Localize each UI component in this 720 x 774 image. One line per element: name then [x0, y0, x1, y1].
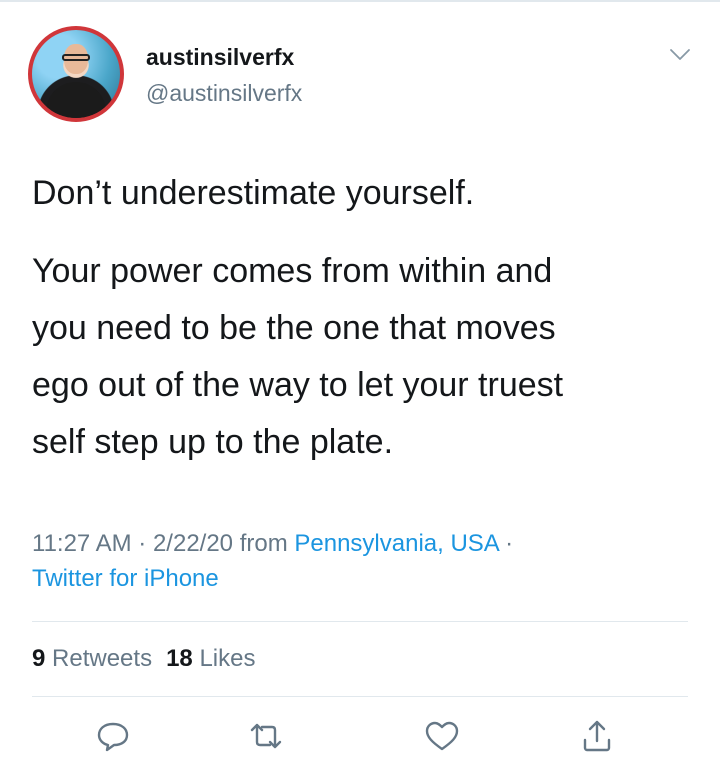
tweet-time[interactable]: 11:27 AM: [32, 530, 132, 557]
tweet-text-line: ego out of the way to let your truest: [32, 366, 564, 404]
avatar[interactable]: [28, 26, 124, 122]
client-link[interactable]: Twitter for iPhone: [32, 565, 219, 592]
retweets-count: 9: [32, 645, 46, 672]
tweet-text-line: self step up to the plate.: [32, 423, 394, 461]
tweet-stats: 9 Retweets 18 Likes: [32, 645, 255, 673]
retweets-stat[interactable]: 9 Retweets: [32, 645, 152, 672]
meta-separator: ·: [131, 530, 153, 557]
avatar-body: [46, 82, 106, 118]
tweet-client: Twitter for iPhone: [32, 565, 219, 593]
avatar-glasses: [62, 54, 90, 61]
likes-stat[interactable]: 18 Likes: [166, 645, 255, 672]
heart-icon[interactable]: [422, 716, 462, 756]
retweets-label: Retweets: [45, 645, 153, 672]
user-handle[interactable]: @austinsilverfx: [146, 80, 302, 107]
meta-from: from: [233, 530, 295, 557]
divider: [32, 696, 688, 697]
tweet-text-line: you need to be the one that moves: [32, 309, 556, 347]
meta-separator: ·: [498, 530, 514, 557]
share-icon[interactable]: [577, 716, 617, 756]
location-link[interactable]: Pennsylvania, USA: [294, 530, 498, 557]
likes-count: 18: [166, 645, 193, 672]
tweet-date[interactable]: 2/22/20: [153, 530, 233, 557]
tweet-text-line: Your power comes from within and: [32, 252, 553, 290]
likes-label: Likes: [192, 645, 256, 672]
chevron-down-icon[interactable]: [669, 48, 691, 62]
divider: [32, 621, 688, 622]
tweet-meta: 11:27 AM · 2/22/20 from Pennsylvania, US…: [32, 530, 513, 558]
retweet-icon[interactable]: [246, 716, 286, 756]
tweet-text-line: Don’t underestimate yourself.: [32, 174, 475, 212]
tweet-card: austinsilverfx @austinsilverfx Don’t und…: [0, 0, 720, 774]
display-name[interactable]: austinsilverfx: [146, 44, 294, 71]
top-divider: [0, 0, 720, 2]
reply-icon[interactable]: [93, 716, 133, 756]
